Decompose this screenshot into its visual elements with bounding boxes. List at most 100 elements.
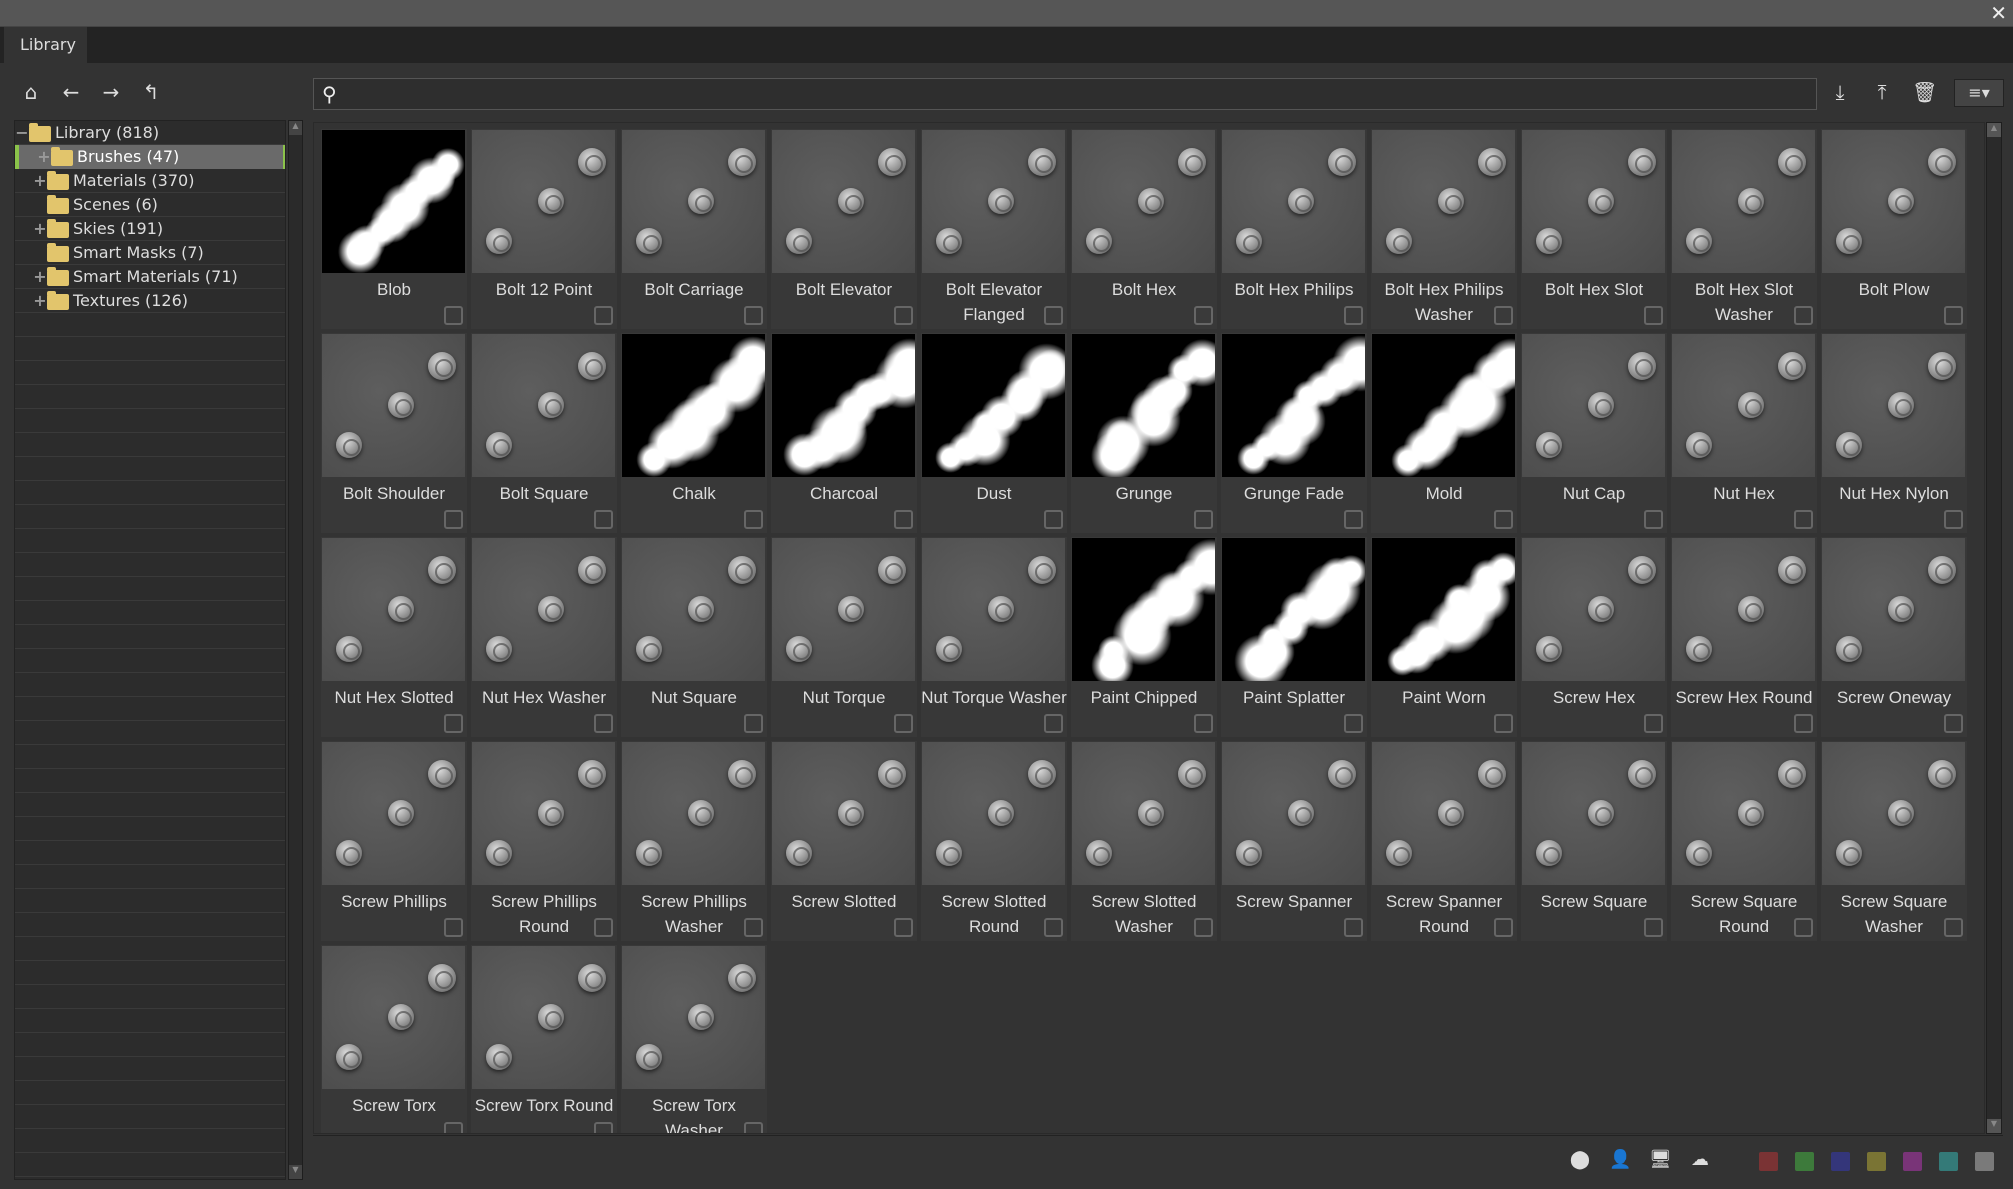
- select-checkbox[interactable]: [1344, 510, 1363, 529]
- close-icon[interactable]: ✕: [1990, 1, 2007, 25]
- select-checkbox[interactable]: [744, 306, 763, 325]
- select-checkbox[interactable]: [594, 510, 613, 529]
- select-checkbox[interactable]: [894, 510, 913, 529]
- import-icon[interactable]: ⤓: [1828, 80, 1852, 106]
- select-checkbox[interactable]: [894, 306, 913, 325]
- tree-item[interactable]: + Brushes (47): [15, 145, 285, 169]
- trash-icon[interactable]: 🗑: [1912, 80, 1937, 106]
- tree-item[interactable]: Scenes (6): [15, 193, 285, 217]
- select-checkbox[interactable]: [1644, 714, 1663, 733]
- asset-tile[interactable]: Screw Torx: [321, 945, 467, 1133]
- asset-tile[interactable]: Nut Torque: [771, 537, 917, 737]
- asset-tile[interactable]: Blob: [321, 129, 467, 329]
- asset-tile[interactable]: Paint Chipped: [1071, 537, 1217, 737]
- color-tag-swatch[interactable]: [1795, 1152, 1814, 1171]
- select-checkbox[interactable]: [444, 510, 463, 529]
- expander-icon[interactable]: −: [15, 121, 29, 145]
- select-checkbox[interactable]: [1794, 714, 1813, 733]
- select-checkbox[interactable]: [894, 918, 913, 937]
- asset-tile[interactable]: Nut Torque Washer: [921, 537, 1067, 737]
- tree-item[interactable]: + Skies (191): [15, 217, 285, 241]
- color-tag-swatch[interactable]: [1975, 1152, 1994, 1171]
- asset-tile[interactable]: Charcoal: [771, 333, 917, 533]
- select-checkbox[interactable]: [1494, 714, 1513, 733]
- expander-icon[interactable]: +: [33, 169, 47, 193]
- asset-tile[interactable]: Screw Slotted Washer: [1071, 741, 1217, 941]
- select-checkbox[interactable]: [1644, 510, 1663, 529]
- select-checkbox[interactable]: [1644, 306, 1663, 325]
- asset-tile[interactable]: Bolt Hex Slot Washer: [1671, 129, 1817, 329]
- select-checkbox[interactable]: [1194, 510, 1213, 529]
- asset-tile[interactable]: Bolt Hex Philips: [1221, 129, 1367, 329]
- select-checkbox[interactable]: [1944, 306, 1963, 325]
- select-checkbox[interactable]: [744, 510, 763, 529]
- select-checkbox[interactable]: [1494, 510, 1513, 529]
- select-checkbox[interactable]: [1044, 510, 1063, 529]
- select-checkbox[interactable]: [1794, 510, 1813, 529]
- select-checkbox[interactable]: [594, 1122, 613, 1133]
- asset-tile[interactable]: Bolt Hex: [1071, 129, 1217, 329]
- up-level-icon[interactable]: ↰: [140, 81, 162, 103]
- select-checkbox[interactable]: [1344, 918, 1363, 937]
- asset-tile[interactable]: Grunge Fade: [1221, 333, 1367, 533]
- back-arrow-icon[interactable]: ←: [60, 81, 82, 103]
- asset-tile[interactable]: Chalk: [621, 333, 767, 533]
- asset-tile[interactable]: Screw Torx Washer: [621, 945, 767, 1133]
- tree-item[interactable]: + Textures (126): [15, 289, 285, 313]
- asset-tile[interactable]: Bolt Square: [471, 333, 617, 533]
- select-checkbox[interactable]: [594, 306, 613, 325]
- select-checkbox[interactable]: [444, 1122, 463, 1133]
- asset-tile[interactable]: Paint Splatter: [1221, 537, 1367, 737]
- color-tag-swatch[interactable]: [1867, 1152, 1886, 1171]
- asset-tile[interactable]: Bolt Carriage: [621, 129, 767, 329]
- select-checkbox[interactable]: [444, 714, 463, 733]
- color-tag-swatch[interactable]: [1831, 1152, 1850, 1171]
- asset-tile[interactable]: Dust: [921, 333, 1067, 533]
- expander-icon[interactable]: +: [37, 145, 51, 169]
- select-checkbox[interactable]: [1194, 714, 1213, 733]
- color-tag-swatch[interactable]: [1939, 1152, 1958, 1171]
- shader-icon[interactable]: ⬤: [1569, 1149, 1591, 1171]
- select-checkbox[interactable]: [1044, 714, 1063, 733]
- asset-tile[interactable]: Nut Cap: [1521, 333, 1667, 533]
- select-checkbox[interactable]: [744, 714, 763, 733]
- select-checkbox[interactable]: [1344, 714, 1363, 733]
- asset-tile[interactable]: Mold: [1371, 333, 1517, 533]
- asset-tile[interactable]: Screw Oneway: [1821, 537, 1967, 737]
- asset-tile[interactable]: Nut Hex Nylon: [1821, 333, 1967, 533]
- asset-tile[interactable]: Bolt Hex Slot: [1521, 129, 1667, 329]
- asset-tile[interactable]: Screw Hex: [1521, 537, 1667, 737]
- asset-tile[interactable]: Bolt Elevator: [771, 129, 917, 329]
- color-tag-swatch[interactable]: [1759, 1152, 1778, 1171]
- tree-item[interactable]: + Smart Materials (71): [15, 265, 285, 289]
- asset-tile[interactable]: Nut Hex Washer: [471, 537, 617, 737]
- tree-scrollbar[interactable]: ▲ ▼: [288, 120, 303, 1180]
- asset-tile[interactable]: Bolt Hex Philips Washer: [1371, 129, 1517, 329]
- select-checkbox[interactable]: [444, 306, 463, 325]
- asset-tile[interactable]: Screw Slotted Round: [921, 741, 1067, 941]
- view-menu-icon[interactable]: ≡▾: [1954, 79, 2004, 107]
- asset-tile[interactable]: Nut Square: [621, 537, 767, 737]
- search-input[interactable]: [350, 79, 1810, 109]
- color-tag-swatch[interactable]: [1903, 1152, 1922, 1171]
- select-checkbox[interactable]: [1344, 306, 1363, 325]
- select-checkbox[interactable]: [1194, 306, 1213, 325]
- asset-tile[interactable]: Bolt 12 Point: [471, 129, 617, 329]
- asset-tile[interactable]: Screw Square: [1521, 741, 1667, 941]
- asset-tile[interactable]: Screw Square Round: [1671, 741, 1817, 941]
- select-checkbox[interactable]: [594, 714, 613, 733]
- cloud-icon[interactable]: ☁: [1689, 1149, 1711, 1171]
- asset-tile[interactable]: Bolt Elevator Flanged: [921, 129, 1067, 329]
- tab-library[interactable]: Library: [4, 27, 87, 63]
- expander-icon[interactable]: +: [33, 217, 47, 241]
- asset-tile[interactable]: Screw Square Washer: [1821, 741, 1967, 941]
- forward-arrow-icon[interactable]: →: [100, 81, 122, 103]
- select-checkbox[interactable]: [894, 714, 913, 733]
- expander-icon[interactable]: +: [33, 265, 47, 289]
- select-checkbox[interactable]: [444, 918, 463, 937]
- export-icon[interactable]: ⤒: [1870, 80, 1894, 106]
- grid-scrollbar[interactable]: ▲ ▼: [1986, 122, 2002, 1134]
- asset-tile[interactable]: Screw Torx Round: [471, 945, 617, 1133]
- home-icon[interactable]: ⌂: [20, 81, 42, 103]
- user-icon[interactable]: 👤: [1609, 1149, 1631, 1171]
